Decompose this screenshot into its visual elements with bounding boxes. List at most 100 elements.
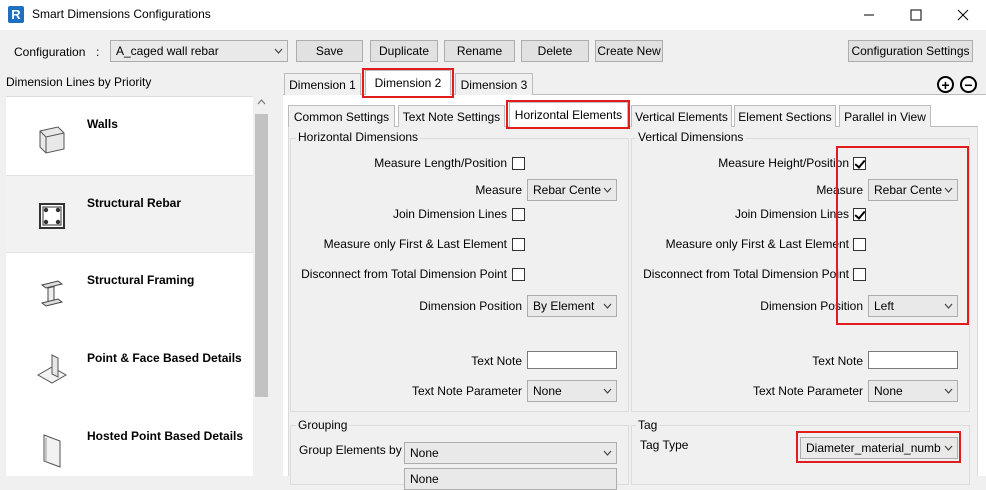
h-measure-select[interactable]: Rebar Cente xyxy=(527,179,617,201)
configuration-label: Configuration xyxy=(14,45,86,59)
h-text-note-param-select[interactable]: None xyxy=(527,380,617,402)
tag-type-value: Diameter_material_numb xyxy=(806,441,941,455)
v-text-note-param-select[interactable]: None xyxy=(868,380,958,402)
tab-dimension-3[interactable]: Dimension 3 xyxy=(455,73,533,95)
maximize-icon xyxy=(910,9,922,21)
tag-type-label: Tag Type xyxy=(640,438,689,452)
add-dimension-icon[interactable]: + xyxy=(937,76,954,93)
h-disconnect-checkbox[interactable] xyxy=(512,268,525,281)
tab-dimension-1[interactable]: Dimension 1 xyxy=(284,73,361,95)
list-item-label: Hosted Point Based Details xyxy=(87,429,244,443)
list-item-label: Walls xyxy=(87,117,118,131)
configuration-colon: : xyxy=(96,45,100,59)
rebar-icon xyxy=(39,203,65,229)
scroll-thumb[interactable] xyxy=(255,114,268,397)
measure-height-checkbox[interactable] xyxy=(853,157,866,170)
h-join-label: Join Dimension Lines xyxy=(392,207,507,221)
v-first-last-label: Measure only First & Last Element xyxy=(665,237,849,251)
tab-element-sections[interactable]: Element Sections xyxy=(734,105,836,127)
v-text-note-param-label: Text Note Parameter xyxy=(752,384,863,398)
scroll-up-icon[interactable] xyxy=(255,99,268,109)
group-by-secondary-value: None xyxy=(410,472,439,486)
close-icon xyxy=(957,9,969,21)
create-new-button[interactable]: Create New xyxy=(595,40,663,62)
v-disconnect-label: Disconnect from Total Dimension Point xyxy=(643,267,849,281)
list-item-label: Structural Framing xyxy=(87,273,195,287)
measure-height-label: Measure Height/Position xyxy=(718,156,849,170)
horizontal-dimensions-title: Horizontal Dimensions xyxy=(296,130,421,144)
tag-title: Tag xyxy=(636,418,660,432)
measure-length-label: Measure Length/Position xyxy=(374,156,507,170)
wall-icon xyxy=(39,126,65,154)
list-item-label: Point & Face Based Details xyxy=(87,351,242,365)
maximize-button[interactable] xyxy=(893,0,939,30)
save-button[interactable]: Save xyxy=(296,40,363,62)
revit-logo-icon: R xyxy=(8,6,24,23)
duplicate-button[interactable]: Duplicate xyxy=(370,40,438,62)
remove-dimension-icon[interactable]: − xyxy=(960,76,977,93)
tab-dimension-2[interactable]: Dimension 2 xyxy=(365,70,451,95)
group-by-label: Group Elements by xyxy=(299,443,402,457)
v-join-label: Join Dimension Lines xyxy=(734,207,849,221)
group-by-select[interactable]: None xyxy=(404,442,617,464)
hosted-detail-icon xyxy=(43,434,61,468)
delete-button[interactable]: Delete xyxy=(521,40,589,62)
tab-vertical-elements[interactable]: Vertical Elements xyxy=(631,105,732,127)
v-join-checkbox[interactable] xyxy=(853,208,866,221)
h-first-last-checkbox[interactable] xyxy=(512,238,525,251)
window-title: Smart Dimensions Configurations xyxy=(32,7,211,21)
list-item-point-face-details[interactable]: Point & Face Based Details xyxy=(6,331,253,409)
v-text-note-param-value: None xyxy=(874,384,903,398)
group-by-secondary-select[interactable]: None xyxy=(404,468,617,490)
grouping-title: Grouping xyxy=(296,418,350,432)
v-disconnect-checkbox[interactable] xyxy=(853,268,866,281)
v-text-note-label: Text Note xyxy=(812,354,863,368)
dimension-lines-list: Walls Structural Rebar Structural Framin… xyxy=(6,96,253,476)
chevron-down-icon xyxy=(942,384,954,398)
framing-icon xyxy=(40,280,64,307)
tab-parallel-in-view[interactable]: Parallel in View xyxy=(839,105,931,127)
list-item-walls[interactable]: Walls xyxy=(6,97,253,175)
h-join-checkbox[interactable] xyxy=(512,208,525,221)
list-item-label: Structural Rebar xyxy=(87,196,182,210)
chevron-down-icon xyxy=(601,446,613,460)
tab-common-settings[interactable]: Common Settings xyxy=(288,105,395,127)
v-measure-label: Measure xyxy=(816,183,863,197)
h-position-label: Dimension Position xyxy=(419,299,522,313)
dimension-lines-title: Dimension Lines by Priority xyxy=(6,75,152,89)
list-item-structural-framing[interactable]: Structural Framing xyxy=(6,253,253,331)
face-detail-icon xyxy=(36,354,68,384)
v-measure-select[interactable]: Rebar Cente xyxy=(868,179,958,201)
chevron-down-icon xyxy=(601,183,613,197)
list-item-structural-rebar[interactable]: Structural Rebar xyxy=(6,175,253,253)
measure-length-checkbox[interactable] xyxy=(512,157,525,170)
list-item-hosted-details[interactable]: Hosted Point Based Details xyxy=(6,409,253,476)
h-first-last-label: Measure only First & Last Element xyxy=(323,237,507,251)
tab-horizontal-elements[interactable]: Horizontal Elements xyxy=(509,102,628,127)
minimize-button[interactable] xyxy=(846,0,892,30)
tag-type-select[interactable]: Diameter_material_numb xyxy=(800,437,958,459)
h-text-note-param-value: None xyxy=(533,384,562,398)
h-text-note-label: Text Note xyxy=(471,354,522,368)
configuration-select[interactable]: A_caged wall rebar xyxy=(110,40,288,62)
tab-text-note-settings[interactable]: Text Note Settings xyxy=(398,105,505,127)
configuration-settings-button[interactable]: Configuration Settings xyxy=(848,40,973,62)
h-text-note-input[interactable] xyxy=(527,351,617,369)
v-text-note-input[interactable] xyxy=(868,351,958,369)
v-position-label: Dimension Position xyxy=(760,299,863,313)
v-first-last-checkbox[interactable] xyxy=(853,238,866,251)
minimize-icon xyxy=(864,14,874,16)
h-disconnect-label: Disconnect from Total Dimension Point xyxy=(301,267,507,281)
rename-button[interactable]: Rename xyxy=(444,40,515,62)
chevron-down-icon xyxy=(942,183,954,197)
h-measure-label: Measure xyxy=(475,183,522,197)
chevron-down-icon xyxy=(942,299,954,313)
configuration-value: A_caged wall rebar xyxy=(116,44,219,58)
group-by-value: None xyxy=(410,446,439,460)
chevron-down-icon xyxy=(601,299,613,313)
chevron-down-icon xyxy=(272,44,284,58)
vertical-dimensions-title: Vertical Dimensions xyxy=(636,130,746,144)
close-button[interactable] xyxy=(940,0,986,30)
v-position-select[interactable]: Left xyxy=(868,295,958,317)
h-position-select[interactable]: By Element xyxy=(527,295,617,317)
